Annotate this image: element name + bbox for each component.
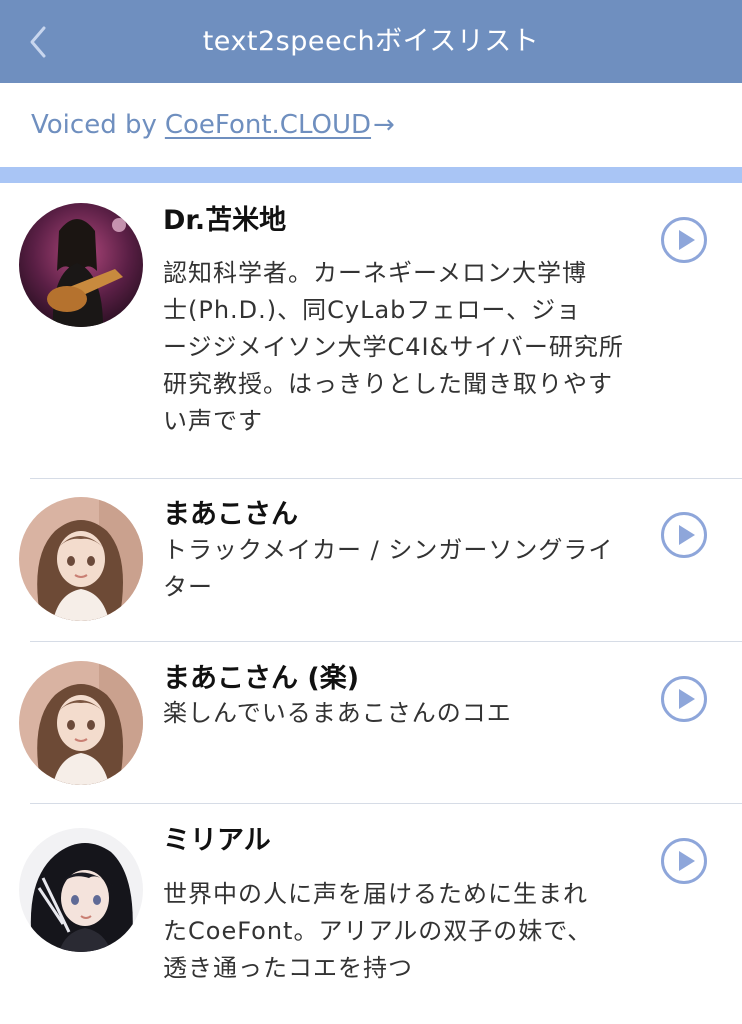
description-line: 世界中の人に声を届けるために生まれ <box>163 880 588 908</box>
description-line: 研究教授。はっきりとした聞き取りやす <box>163 370 613 398</box>
avatar <box>19 661 143 785</box>
play-button[interactable] <box>660 216 708 264</box>
description-line: 士(Ph.D.)、同CyLabフェロー、ジョ <box>163 296 582 324</box>
play-button[interactable] <box>660 675 708 723</box>
description-line: ージジメイソン大学C4I&サイバー研究所 <box>163 333 624 361</box>
description-line: たCoeFont。アリアルの双子の妹で、 <box>163 917 593 945</box>
voice-item-dr-tomabechi[interactable]: Dr.苫米地 認知科学者。カーネギーメロン大学博 士(Ph.D.)、同CyLab… <box>0 183 742 479</box>
play-icon <box>661 512 707 558</box>
description-line: 認知科学者。カーネギーメロン大学博 <box>163 259 588 287</box>
voice-description: トラックメイカー / シンガーソングライ ター <box>163 532 643 606</box>
avatar <box>19 203 143 327</box>
coefont-cloud-link[interactable]: CoeFont.CLOUD <box>165 110 371 140</box>
play-icon <box>661 676 707 722</box>
description-line: 楽しんでいるまあこさんのコエ <box>163 699 512 727</box>
play-button[interactable] <box>660 837 708 885</box>
voice-name: まあこさん (楽) <box>163 663 360 694</box>
play-icon <box>661 838 707 884</box>
description-line: ター <box>163 573 213 601</box>
app-header: text2speechボイスリスト <box>0 0 742 83</box>
voice-description: 楽しんでいるまあこさんのコエ <box>163 695 643 732</box>
play-button[interactable] <box>660 511 708 559</box>
voice-name: まあこさん <box>163 499 298 530</box>
voice-item-maako-happy[interactable]: まあこさん (楽) 楽しんでいるまあこさんのコエ <box>0 642 742 804</box>
voiced-by-label: Voiced by <box>31 110 157 140</box>
play-icon <box>661 217 707 263</box>
arrow-right-icon[interactable]: → <box>373 110 395 140</box>
section-band <box>0 167 742 183</box>
description-line: トラックメイカー / シンガーソングライ <box>163 536 614 564</box>
page-title: text2speechボイスリスト <box>202 26 540 57</box>
voice-description: 認知科学者。カーネギーメロン大学博 士(Ph.D.)、同CyLabフェロー、ジョ… <box>163 255 643 440</box>
avatar <box>19 828 143 952</box>
avatar <box>19 497 143 621</box>
description-line: 透き通ったコエを持つ <box>163 954 413 982</box>
voice-item-maako[interactable]: まあこさん トラックメイカー / シンガーソングライ ター <box>0 479 742 642</box>
voice-name: ミリアル <box>163 825 271 856</box>
voiced-by-row: Voiced by CoeFont.CLOUD → <box>0 83 742 167</box>
voice-name: Dr.苫米地 <box>163 205 287 236</box>
voice-item-miriaru[interactable]: ミリアル 世界中の人に声を届けるために生まれ たCoeFont。アリアルの双子の… <box>0 804 742 1024</box>
voice-list: Dr.苫米地 認知科学者。カーネギーメロン大学博 士(Ph.D.)、同CyLab… <box>0 183 742 1024</box>
voice-description: 世界中の人に声を届けるために生まれ たCoeFont。アリアルの双子の妹で、 透… <box>163 876 643 987</box>
description-line: い声です <box>163 407 263 435</box>
